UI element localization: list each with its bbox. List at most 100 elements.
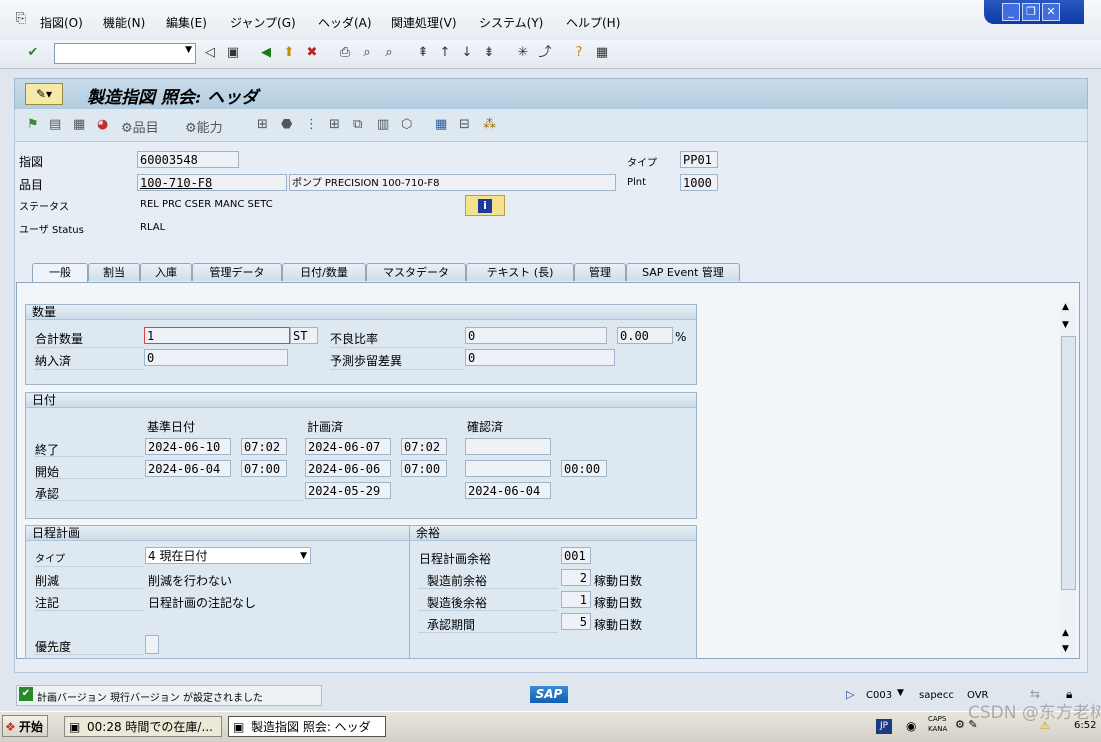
- tab-dates-quantities[interactable]: 日付/数量: [282, 263, 366, 281]
- status-message[interactable]: ✔ 計画バージョン 現行バージョン が設定されました: [16, 685, 322, 706]
- menu-related[interactable]: 関連処理(V): [391, 14, 457, 31]
- status-icon[interactable]: ◕: [97, 117, 108, 132]
- start-confirmed-date-field[interactable]: [465, 460, 551, 477]
- save-icon[interactable]: ▣: [224, 44, 242, 62]
- capacity-button[interactable]: ⚙能力: [185, 117, 223, 136]
- scroll-up-icon[interactable]: ▲: [1062, 302, 1069, 312]
- tab-sap-event-management[interactable]: SAP Event 管理: [626, 263, 740, 281]
- layout-menu-icon[interactable]: ▦: [593, 44, 611, 62]
- scroll-down-icon[interactable]: ▼: [1062, 644, 1069, 654]
- cancel-icon[interactable]: ✖: [303, 44, 321, 62]
- scroll-up-bottom-icon[interactable]: ▲: [1062, 628, 1069, 638]
- tab-long-text[interactable]: テキスト (長): [466, 263, 574, 281]
- sequence-icon[interactable]: ⋮: [305, 117, 318, 132]
- exit-icon[interactable]: ⬆: [280, 44, 298, 62]
- command-field[interactable]: ▼: [54, 43, 196, 64]
- display-toggle-icon[interactable]: ✎▾: [25, 83, 63, 105]
- scroll-down-small-icon[interactable]: ▼: [1062, 320, 1069, 330]
- session-dropdown-icon[interactable]: ▼: [897, 688, 904, 698]
- tab-general[interactable]: 一般: [32, 263, 88, 282]
- minimize-icon[interactable]: _: [1002, 3, 1020, 21]
- finish-basic-date-field[interactable]: 2024-06-10: [145, 438, 231, 455]
- priority-field[interactable]: [145, 635, 159, 654]
- dropdown-arrow-icon[interactable]: ▼: [185, 45, 192, 55]
- menu-header[interactable]: ヘッダ(A): [318, 14, 372, 31]
- box-icon[interactable]: ⬡: [401, 117, 412, 132]
- enter-check-icon[interactable]: ✔: [24, 44, 42, 62]
- scroll-thumb[interactable]: [1061, 336, 1076, 590]
- tab-assignment[interactable]: 割当: [88, 263, 140, 281]
- next-page-icon[interactable]: ↓: [458, 44, 476, 62]
- find-icon[interactable]: ⌕: [358, 44, 376, 62]
- material-icon[interactable]: ⬣: [281, 117, 292, 132]
- status-info-button[interactable]: i: [465, 195, 505, 216]
- previous-page-icon[interactable]: ↑: [436, 44, 454, 62]
- last-page-icon[interactable]: ⇟: [480, 44, 498, 62]
- finish-confirmed-date-field[interactable]: [465, 438, 551, 455]
- flag-icon[interactable]: ⚑: [27, 117, 39, 132]
- org-icon[interactable]: ⁂: [483, 117, 496, 132]
- scrap-field[interactable]: 0: [465, 327, 607, 344]
- sm-key-field[interactable]: 001: [561, 547, 591, 564]
- float-before-field[interactable]: 2: [561, 569, 591, 586]
- dropdown-arrow-icon[interactable]: ▼: [300, 548, 307, 563]
- order-field[interactable]: 60003548: [137, 151, 239, 168]
- release-confirmed-date-field[interactable]: 2024-06-04: [465, 482, 551, 499]
- copy-icon[interactable]: ⧉: [353, 117, 362, 132]
- tab-master-data[interactable]: マスタデータ: [366, 263, 466, 281]
- plant-field[interactable]: 1000: [680, 174, 718, 191]
- table-icon[interactable]: ▦: [435, 117, 447, 132]
- taskbar-item-production-order[interactable]: ▣ 製造指図 照会: ヘッダ: [228, 716, 386, 737]
- finish-scheduled-date-field[interactable]: 2024-06-07: [305, 438, 391, 455]
- components-button[interactable]: ⚙品目: [121, 117, 159, 136]
- shortcut-icon[interactable]: ⤴: [536, 44, 554, 62]
- tab-goods-receipt[interactable]: 入庫: [140, 263, 192, 281]
- delivered-field[interactable]: 0: [144, 349, 288, 366]
- menu-edit[interactable]: 編集(E): [166, 14, 207, 31]
- float-after-field[interactable]: 1: [561, 591, 591, 608]
- tab-administration[interactable]: 管理: [574, 263, 626, 281]
- tree-icon[interactable]: ⊟: [459, 117, 470, 132]
- new-session-icon[interactable]: ✳: [514, 44, 532, 62]
- menu-help[interactable]: ヘルプ(H): [566, 14, 620, 31]
- tab-control-data[interactable]: 管理データ: [192, 263, 282, 281]
- menu-function[interactable]: 機能(N): [103, 14, 145, 31]
- start-scheduled-date-field[interactable]: 2024-06-06: [305, 460, 391, 477]
- back-icon[interactable]: ◀: [257, 44, 275, 62]
- status-expand-icon[interactable]: ▷: [846, 688, 854, 701]
- order-type-field[interactable]: PP01: [680, 151, 718, 168]
- print-icon[interactable]: ⎙: [336, 44, 354, 62]
- start-basic-date-field[interactable]: 2024-06-04: [145, 460, 231, 477]
- scheduling-type-dropdown[interactable]: 4 現在日付 ▼: [145, 547, 311, 564]
- material-field[interactable]: 100-710-F8: [137, 174, 287, 191]
- release-period-field[interactable]: 5: [561, 613, 591, 630]
- vertical-scrollbar[interactable]: ▲ ▼ ▲ ▼: [1060, 302, 1076, 657]
- total-quantity-field[interactable]: 1: [144, 327, 290, 344]
- hierarchy-icon[interactable]: ⊞: [257, 117, 268, 132]
- list-icon[interactable]: ▥: [377, 117, 389, 132]
- scrap-percent-field[interactable]: 0.00: [617, 327, 673, 344]
- find-next-icon[interactable]: ⌕: [380, 44, 398, 62]
- back-arrow-icon[interactable]: ◁: [201, 44, 219, 62]
- ime-icon[interactable]: ◉: [906, 719, 916, 733]
- expected-yield-variance-field[interactable]: 0: [465, 349, 615, 366]
- start-button[interactable]: ❖ 开始: [2, 715, 48, 737]
- first-page-icon[interactable]: ⇞: [414, 44, 432, 62]
- restore-icon[interactable]: ❐: [1022, 3, 1040, 21]
- network-icon[interactable]: ⊞: [329, 117, 340, 132]
- calculator-icon[interactable]: ▦: [73, 117, 85, 132]
- window-menu-icon[interactable]: ⎘: [12, 10, 30, 28]
- finish-scheduled-time-field[interactable]: 07:02: [401, 438, 447, 455]
- start-confirmed-time-field[interactable]: 00:00: [561, 460, 607, 477]
- unit-field[interactable]: ST: [290, 327, 318, 344]
- start-basic-time-field[interactable]: 07:00: [241, 460, 287, 477]
- release-scheduled-date-field[interactable]: 2024-05-29: [305, 482, 391, 499]
- close-icon[interactable]: ✕: [1042, 3, 1060, 21]
- menu-jump[interactable]: ジャンプ(G): [230, 14, 296, 31]
- document-icon[interactable]: ▤: [49, 117, 61, 132]
- language-indicator[interactable]: JP: [876, 719, 892, 734]
- help-icon[interactable]: ?: [570, 44, 588, 62]
- start-scheduled-time-field[interactable]: 07:00: [401, 460, 447, 477]
- menu-system[interactable]: システム(Y): [479, 14, 543, 31]
- menu-order[interactable]: 指図(O): [40, 14, 83, 31]
